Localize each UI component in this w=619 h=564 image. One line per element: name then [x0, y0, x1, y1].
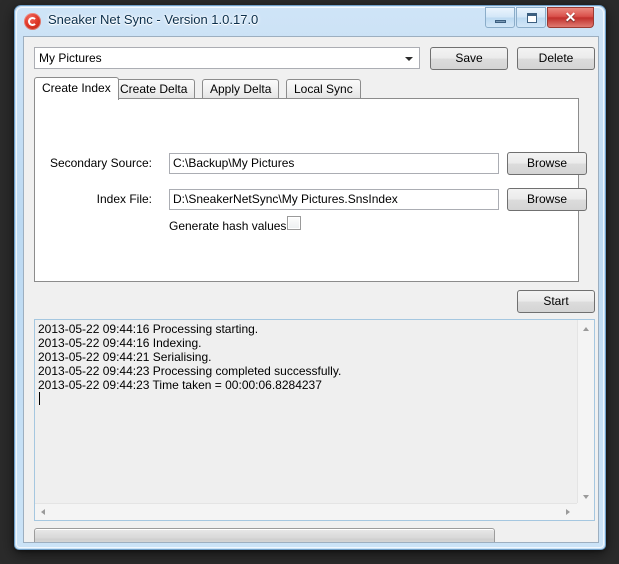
text-caret — [39, 392, 40, 405]
title-bar[interactable]: Sneaker Net Sync - Version 1.0.17.0 ✕ — [15, 6, 605, 36]
application-window: Sneaker Net Sync - Version 1.0.17.0 ✕ My… — [14, 5, 606, 550]
client-area: My Pictures Save Delete Create Index Cre… — [23, 36, 599, 543]
tab-create-delta[interactable]: Create Delta — [112, 79, 196, 99]
profile-combobox-value: My Pictures — [39, 51, 102, 65]
scroll-left-icon[interactable] — [35, 504, 52, 520]
maximize-button[interactable] — [516, 7, 546, 28]
log-output-box[interactable]: 2013-05-22 09:44:16 Processing starting.… — [34, 319, 595, 521]
create-index-panel: Secondary Source: C:\Backup\My Pictures … — [34, 98, 587, 282]
log-horizontal-scrollbar[interactable] — [35, 503, 594, 520]
tab-create-index[interactable]: Create Index — [34, 77, 119, 100]
scroll-right-icon[interactable] — [560, 504, 577, 520]
index-file-label: Index File: — [96, 192, 152, 206]
progress-bar — [34, 528, 495, 542]
delete-button[interactable]: Delete — [517, 47, 595, 70]
tab-local-sync[interactable]: Local Sync — [286, 79, 361, 99]
close-button[interactable]: ✕ — [547, 7, 594, 28]
save-button[interactable]: Save — [430, 47, 508, 70]
generate-hash-checkbox[interactable] — [287, 216, 301, 230]
log-output-text: 2013-05-22 09:44:16 Processing starting.… — [38, 322, 342, 392]
scrollbar-corner — [577, 503, 594, 520]
close-icon: ✕ — [564, 9, 577, 25]
profile-combobox[interactable]: My Pictures — [34, 47, 420, 69]
secondary-source-label: Secondary Source: — [49, 156, 152, 170]
secondary-source-input[interactable]: C:\Backup\My Pictures — [169, 153, 499, 174]
browse-index-file-button[interactable]: Browse — [507, 188, 587, 211]
tab-apply-delta[interactable]: Apply Delta — [202, 79, 280, 99]
window-title: Sneaker Net Sync - Version 1.0.17.0 — [48, 12, 259, 27]
generate-hash-label: Generate hash values: — [169, 219, 290, 233]
log-vertical-scrollbar[interactable] — [577, 320, 594, 505]
start-button[interactable]: Start — [517, 290, 595, 313]
scroll-up-icon[interactable] — [578, 320, 594, 337]
index-file-input[interactable]: D:\SneakerNetSync\My Pictures.SnsIndex — [169, 189, 499, 210]
browse-secondary-source-button[interactable]: Browse — [507, 152, 587, 175]
sync-refresh-icon — [24, 13, 41, 30]
minimize-button[interactable] — [485, 7, 515, 28]
chevron-down-icon — [405, 57, 413, 61]
